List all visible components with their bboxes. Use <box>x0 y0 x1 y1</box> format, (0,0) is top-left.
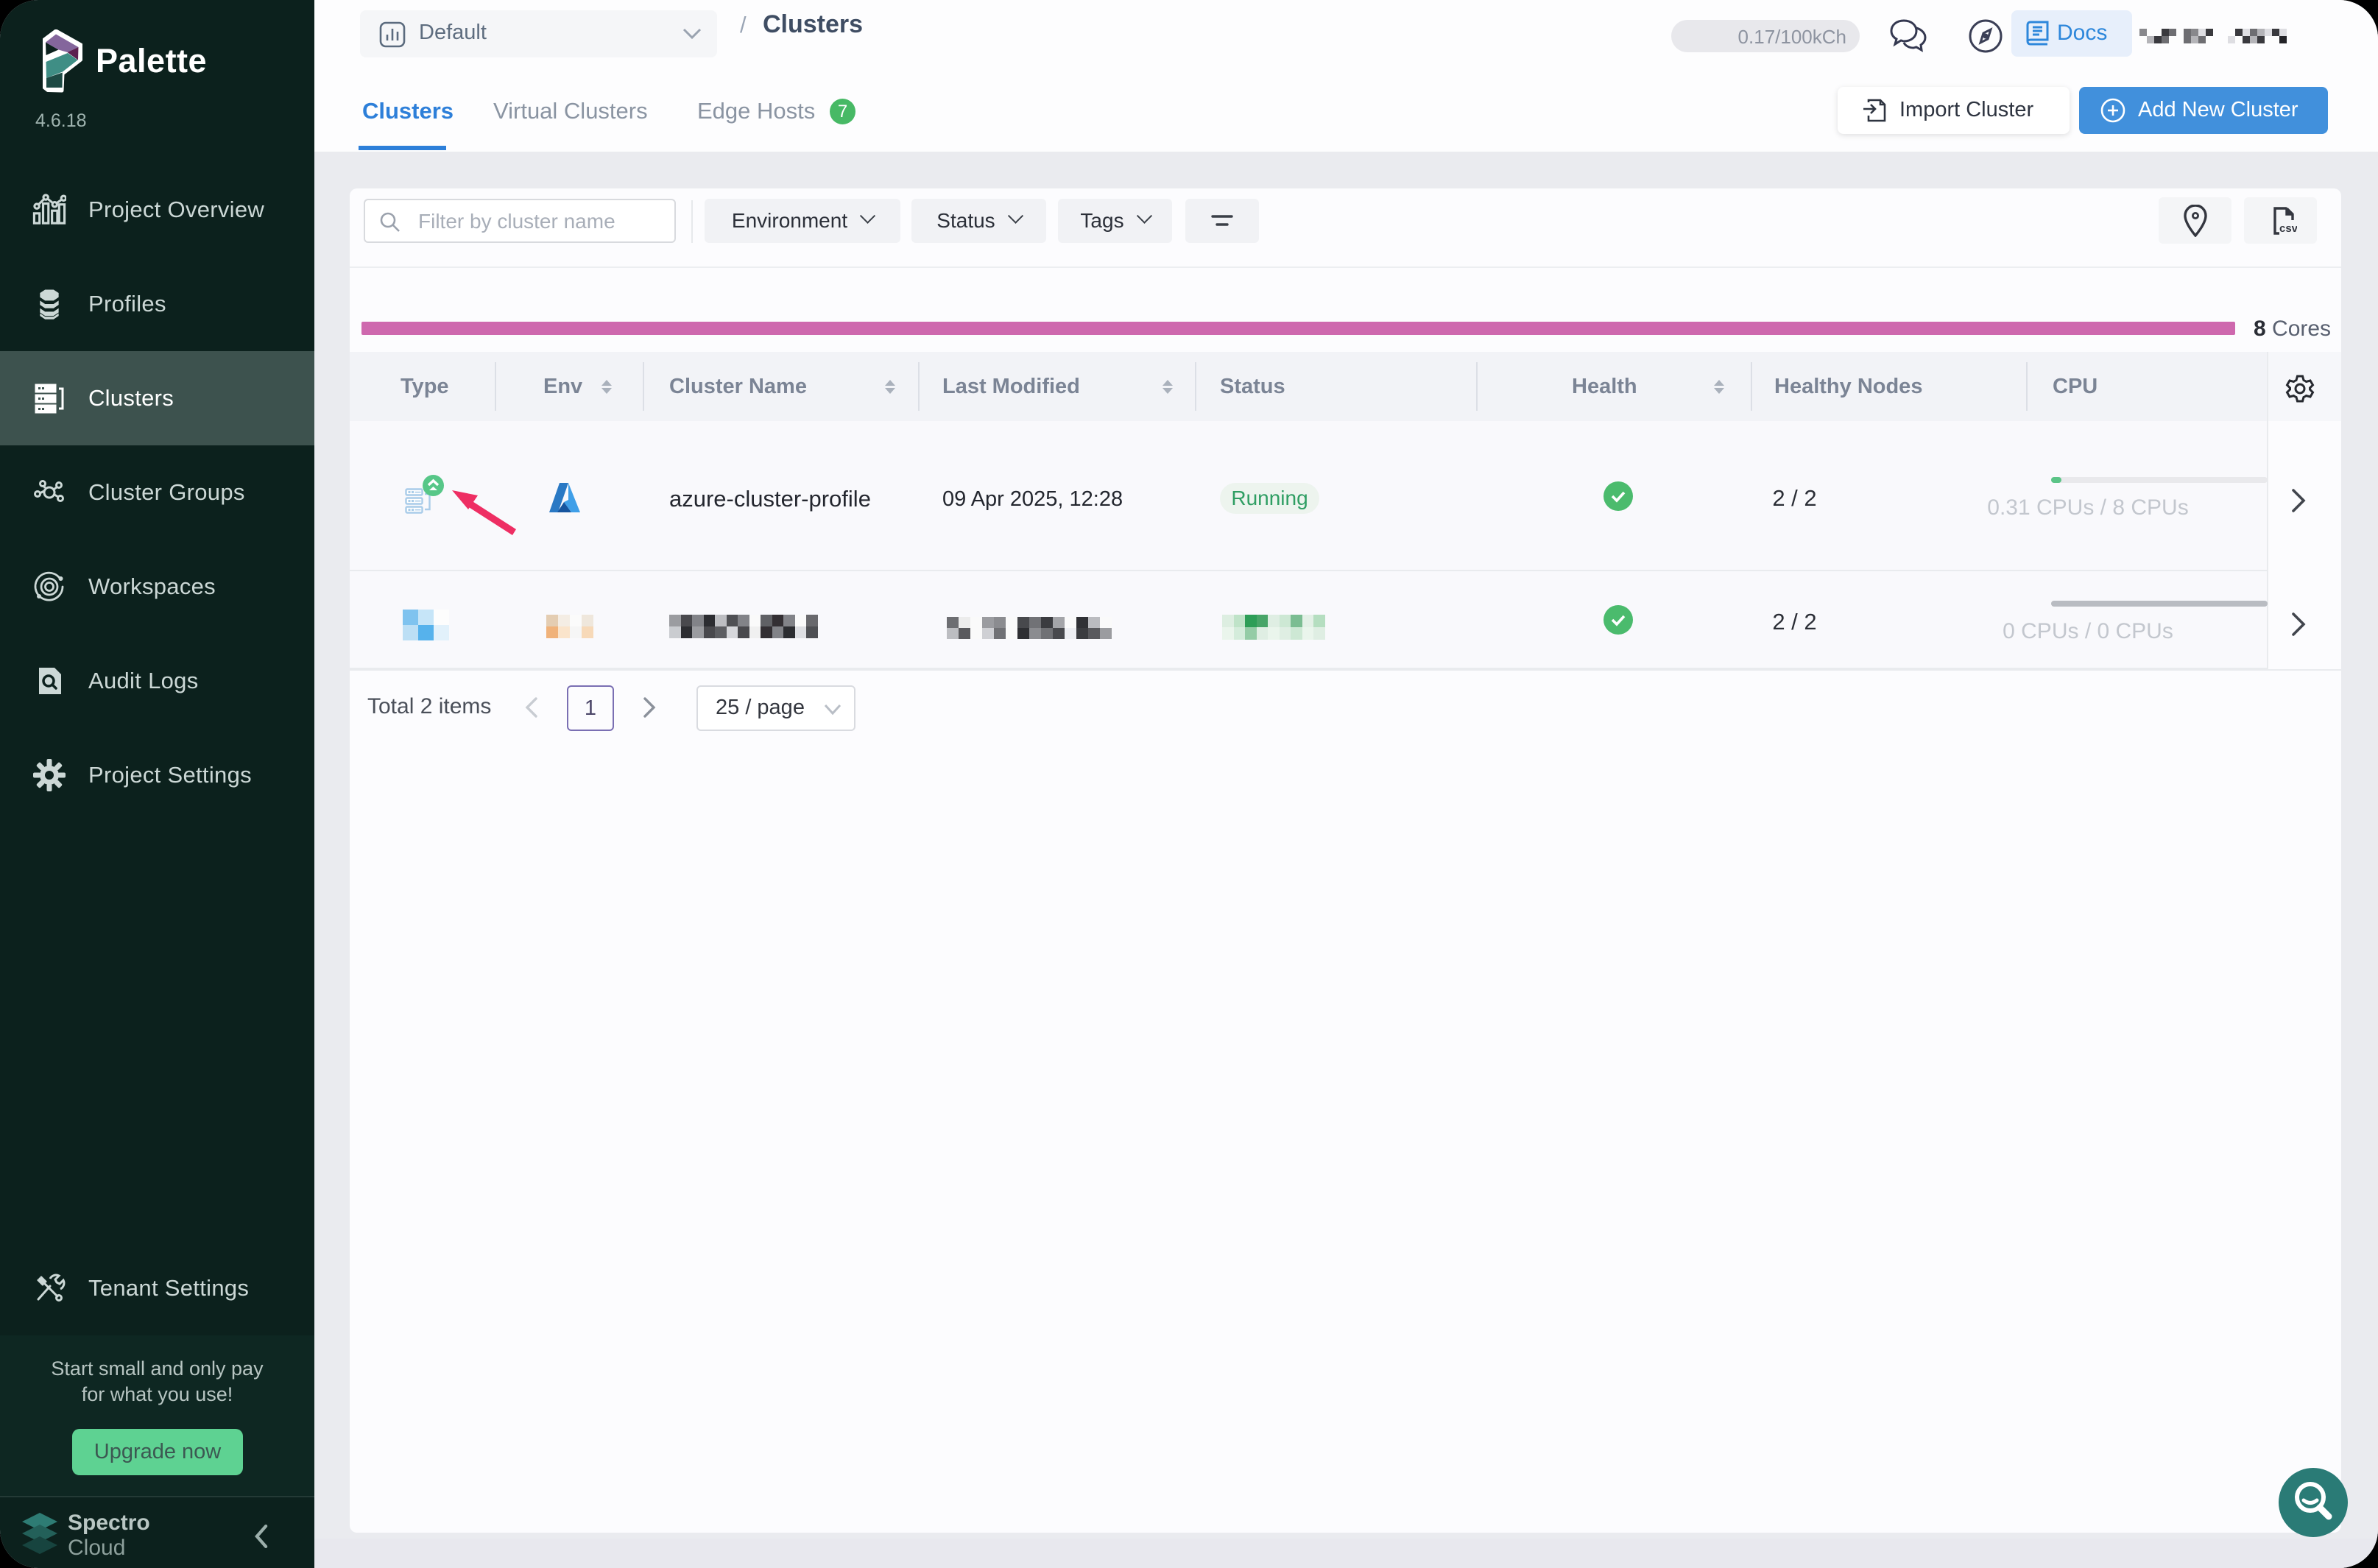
svg-text:csv: csv <box>2279 222 2297 235</box>
